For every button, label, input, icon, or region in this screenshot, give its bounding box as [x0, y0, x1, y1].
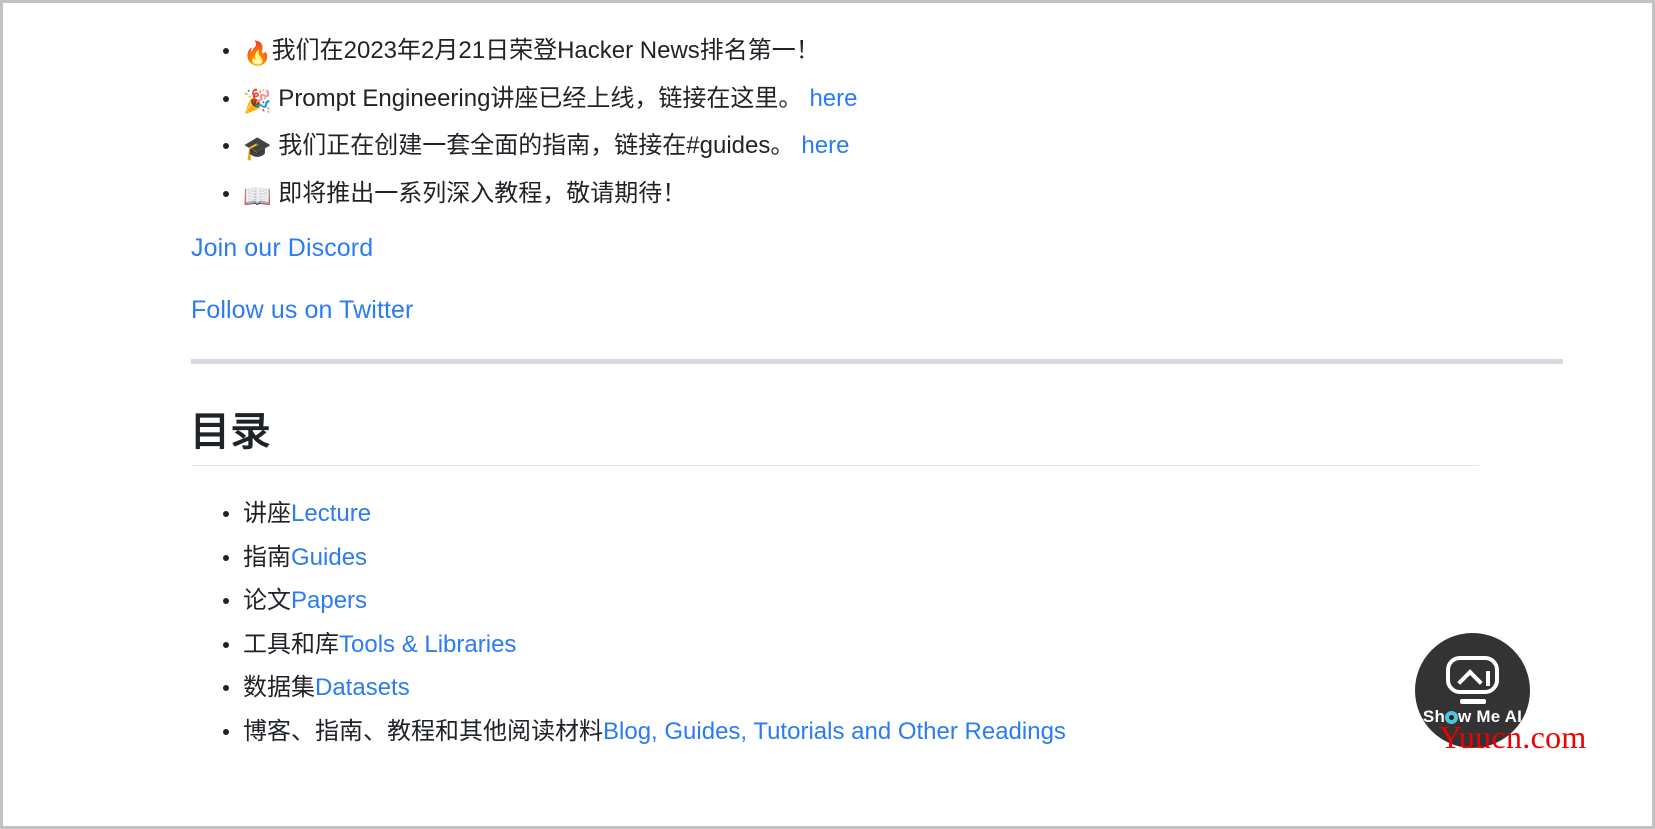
announcement-text: 即将推出一系列深入教程，敬请期待！	[271, 179, 687, 207]
list-item: 讲座Lecture	[189, 492, 1561, 536]
open-book-emoji: 📖	[243, 183, 272, 210]
here-link[interactable]: here	[809, 85, 857, 112]
join-discord-link[interactable]: Join our Discord	[191, 234, 373, 263]
party-popper-emoji: 🎉	[243, 88, 272, 115]
list-item: 论文Papers	[189, 579, 1561, 623]
table-of-contents-list: 讲座Lecture 指南Guides 论文Papers 工具和库Tools & …	[189, 492, 1561, 753]
toc-link-papers[interactable]: Papers	[291, 587, 367, 614]
toc-label-cn: 工具和库	[243, 630, 339, 658]
announcement-text: 我们正在创建一套全面的指南，链接在#guides。	[271, 132, 795, 159]
list-item: 📖 即将推出一系列深入教程，敬请期待！	[189, 172, 1561, 220]
robot-face-icon	[1446, 656, 1499, 695]
page-root: 🔥我们在2023年2月21日荣登Hacker News排名第一！ 🎉 Promp…	[0, 0, 1655, 829]
graduation-cap-emoji: 🎓	[243, 136, 272, 162]
toc-label-cn: 数据集	[243, 674, 315, 701]
monitor-stand-icon	[1460, 699, 1486, 704]
toc-label-cn: 论文	[243, 587, 291, 614]
list-item: 工具和库Tools & Libraries	[189, 623, 1561, 667]
announcement-text: 我们在2023年2月21日荣登Hacker News排名第一！	[271, 37, 820, 64]
site-watermark: Yuucn.com	[1439, 719, 1587, 755]
announcement-text: Prompt Engineering讲座已经上线，链接在这里。	[271, 84, 803, 112]
announcement-list: 🔥我们在2023年2月21日荣登Hacker News排名第一！ 🎉 Promp…	[189, 29, 1561, 219]
list-item: 🔥我们在2023年2月21日荣登Hacker News排名第一！	[189, 29, 1561, 77]
list-item: 数据集Datasets	[189, 666, 1561, 710]
list-item: 🎉 Prompt Engineering讲座已经上线，链接在这里。 here	[189, 77, 1561, 125]
list-item: 🎓 我们正在创建一套全面的指南，链接在#guides。 here	[189, 124, 1561, 172]
chevron-up-icon	[1457, 669, 1483, 695]
list-item: 指南Guides	[189, 536, 1561, 580]
follow-twitter-link[interactable]: Follow us on Twitter	[191, 296, 413, 325]
toc-label-cn: 博客、指南、教程和其他阅读材料	[243, 717, 603, 745]
vertical-bar-icon	[1486, 671, 1490, 686]
fire-emoji: 🔥	[243, 41, 272, 67]
toc-link-blog-guides-tutorials[interactable]: Blog, Guides, Tutorials and Other Readin…	[603, 718, 1066, 745]
toc-label-cn: 讲座	[243, 500, 291, 527]
here-link[interactable]: here	[801, 132, 849, 159]
toc-link-guides[interactable]: Guides	[291, 544, 367, 571]
toc-link-datasets[interactable]: Datasets	[315, 674, 410, 701]
toc-label-cn: 指南	[243, 543, 291, 571]
list-item: 博客、指南、教程和其他阅读材料Blog, Guides, Tutorials a…	[189, 710, 1561, 754]
toc-link-tools-libraries[interactable]: Tools & Libraries	[339, 631, 516, 658]
horizontal-divider	[191, 359, 1563, 364]
heading-underline	[191, 465, 1479, 466]
page-title: 目录	[190, 410, 271, 454]
toc-link-lecture[interactable]: Lecture	[291, 500, 371, 527]
